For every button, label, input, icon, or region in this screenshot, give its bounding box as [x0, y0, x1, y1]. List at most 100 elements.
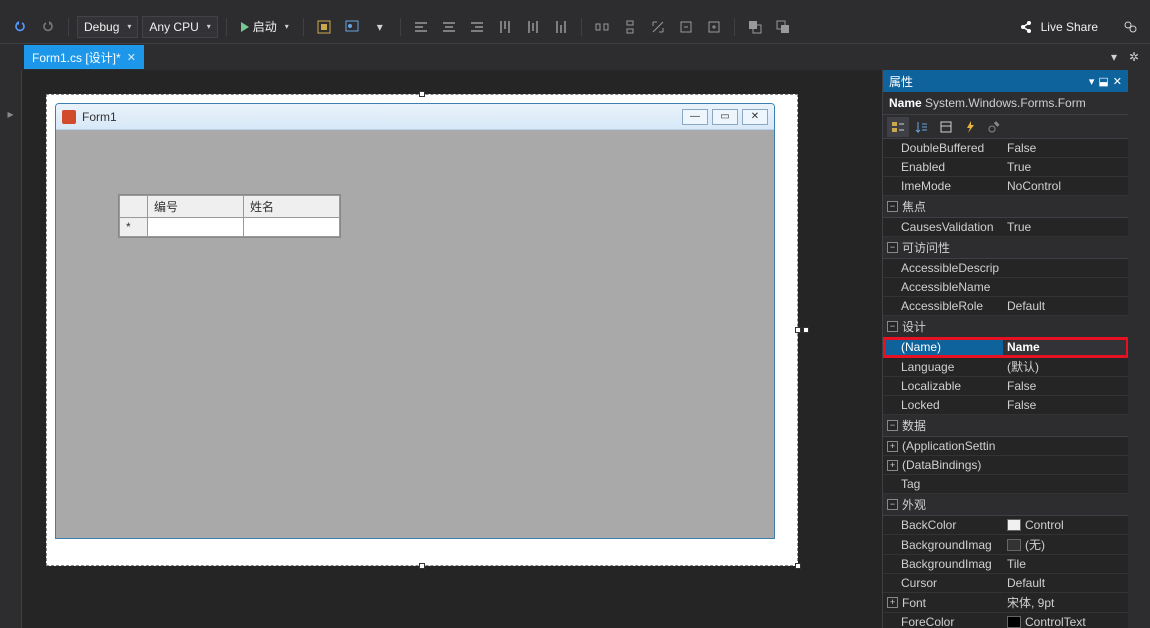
toolbar-btn-11[interactable] [702, 16, 726, 38]
prop-row: AccessibleName [883, 278, 1128, 297]
main-toolbar: Debug▾ Any CPU▾ 启动 ▾ ▾ Live Share [0, 10, 1150, 44]
prop-category[interactable]: −数据 [883, 415, 1128, 437]
platform-combo[interactable]: Any CPU▾ [142, 16, 217, 38]
live-share-icon [1019, 20, 1033, 34]
gear-icon[interactable]: ✲ [1126, 49, 1142, 65]
close-icon[interactable]: ✕ [127, 51, 136, 64]
properties-icon[interactable] [935, 117, 957, 137]
property-pages-icon[interactable] [983, 117, 1005, 137]
color-swatch [1007, 519, 1021, 531]
datagridview[interactable]: 编号 姓名 * [118, 194, 341, 238]
prop-row: AccessibleRoleDefault [883, 297, 1128, 316]
left-toolwindow-strip: ▸ [0, 70, 22, 628]
form-preview[interactable]: Form1 — ▭ ✕ 编号 姓名 [55, 103, 775, 539]
prop-category[interactable]: −焦点 [883, 196, 1128, 218]
tab-form1-designer[interactable]: Form1.cs [设计]* ✕ [24, 45, 144, 69]
send-back-icon[interactable] [771, 16, 795, 38]
expand-icon[interactable]: + [887, 597, 898, 608]
designer-canvas[interactable]: Form1 — ▭ ✕ 编号 姓名 [22, 70, 882, 628]
prop-row: Tag [883, 475, 1128, 494]
resize-handle[interactable] [803, 327, 809, 333]
live-share-button[interactable]: Live Share [1041, 20, 1098, 34]
align-middle-icon[interactable] [521, 16, 545, 38]
forward-button[interactable] [36, 16, 60, 38]
align-bottom-icon[interactable] [549, 16, 573, 38]
grid-row-header[interactable]: * [120, 218, 148, 237]
prop-row: CursorDefault [883, 574, 1128, 593]
align-left-icon[interactable] [409, 16, 433, 38]
chevron-down-icon: ▾ [207, 22, 211, 31]
prop-row-name[interactable]: (Name)Name [883, 338, 1128, 357]
prop-row: +Font宋体, 9pt [883, 593, 1128, 613]
prop-row: CausesValidationTrue [883, 218, 1128, 237]
pin-icon[interactable]: ⬓ [1098, 75, 1108, 88]
form-title: Form1 [82, 110, 117, 124]
size-icon[interactable] [646, 16, 670, 38]
resize-handle[interactable] [419, 91, 425, 97]
toolbar-btn-2[interactable] [340, 16, 364, 38]
tab-pinned-icon[interactable]: ▸ [3, 106, 19, 122]
tab-dropdown-icon[interactable]: ▾ [1106, 49, 1122, 65]
expand-icon[interactable]: + [887, 460, 898, 471]
spacing-v-icon[interactable] [618, 16, 642, 38]
tab-label: Form1.cs [设计]* [32, 49, 121, 66]
categorized-icon[interactable] [887, 117, 909, 137]
spacing-h-icon[interactable] [590, 16, 614, 38]
events-icon[interactable] [959, 117, 981, 137]
back-button[interactable] [8, 16, 32, 38]
properties-grid[interactable]: DoubleBufferedFalse EnabledTrue ImeModeN… [883, 139, 1128, 628]
grid-col-header[interactable]: 姓名 [244, 196, 340, 218]
grid-col-header[interactable]: 编号 [148, 196, 244, 218]
toolbar-btn-1[interactable] [312, 16, 336, 38]
grid-corner[interactable] [120, 196, 148, 218]
collapse-icon[interactable]: − [887, 420, 898, 431]
main-menubar [0, 0, 1150, 10]
maximize-button[interactable]: ▭ [712, 109, 738, 125]
collapse-icon[interactable]: − [887, 321, 898, 332]
align-center-icon[interactable] [437, 16, 461, 38]
align-right-icon[interactable] [465, 16, 489, 38]
right-toolwindow-strip [1128, 70, 1150, 628]
align-top-icon[interactable] [493, 16, 517, 38]
prop-row: +(ApplicationSettin [883, 437, 1128, 456]
close-icon[interactable]: ✕ [1113, 75, 1122, 88]
prop-row: BackColorControl [883, 516, 1128, 535]
start-button[interactable]: 启动 ▾ [235, 16, 295, 38]
grid-cell[interactable] [244, 218, 340, 237]
prop-row: BackgroundImagTile [883, 555, 1128, 574]
grid-cell[interactable] [148, 218, 244, 237]
resize-handle[interactable] [795, 327, 801, 333]
prop-row: Language(默认) [883, 357, 1128, 377]
config-combo[interactable]: Debug▾ [77, 16, 138, 38]
prop-category[interactable]: −外观 [883, 494, 1128, 516]
collapse-icon[interactable]: − [887, 242, 898, 253]
color-swatch [1007, 616, 1021, 628]
chevron-down-icon: ▾ [285, 22, 289, 31]
toolbar-btn-10[interactable] [674, 16, 698, 38]
properties-object-selector[interactable]: Name System.Windows.Forms.Form [883, 92, 1128, 115]
resize-handle[interactable] [419, 563, 425, 569]
prop-category[interactable]: −设计 [883, 316, 1128, 338]
prop-row: EnabledTrue [883, 158, 1128, 177]
expand-icon[interactable]: + [887, 441, 898, 452]
image-swatch [1007, 539, 1021, 551]
toolbar-btn-3[interactable]: ▾ [368, 16, 392, 38]
properties-header: 属性 ▾ ⬓ ✕ [883, 70, 1128, 92]
prop-row: LockedFalse [883, 396, 1128, 415]
prop-row: LocalizableFalse [883, 377, 1128, 396]
collapse-icon[interactable]: − [887, 201, 898, 212]
prop-row: ImeModeNoControl [883, 177, 1128, 196]
dropdown-icon[interactable]: ▾ [1089, 75, 1095, 88]
minimize-button[interactable]: — [682, 109, 708, 125]
bring-front-icon[interactable] [743, 16, 767, 38]
resize-handle[interactable] [795, 563, 801, 569]
prop-category[interactable]: −可访问性 [883, 237, 1128, 259]
properties-toolbar [883, 115, 1128, 139]
chevron-down-icon: ▾ [127, 22, 131, 31]
close-button[interactable]: ✕ [742, 109, 768, 125]
alphabetical-icon[interactable] [911, 117, 933, 137]
designer-surface[interactable]: Form1 — ▭ ✕ 编号 姓名 [46, 94, 798, 566]
form-client-area[interactable]: 编号 姓名 * [56, 130, 774, 538]
collapse-icon[interactable]: − [887, 499, 898, 510]
feedback-icon[interactable] [1118, 16, 1142, 38]
